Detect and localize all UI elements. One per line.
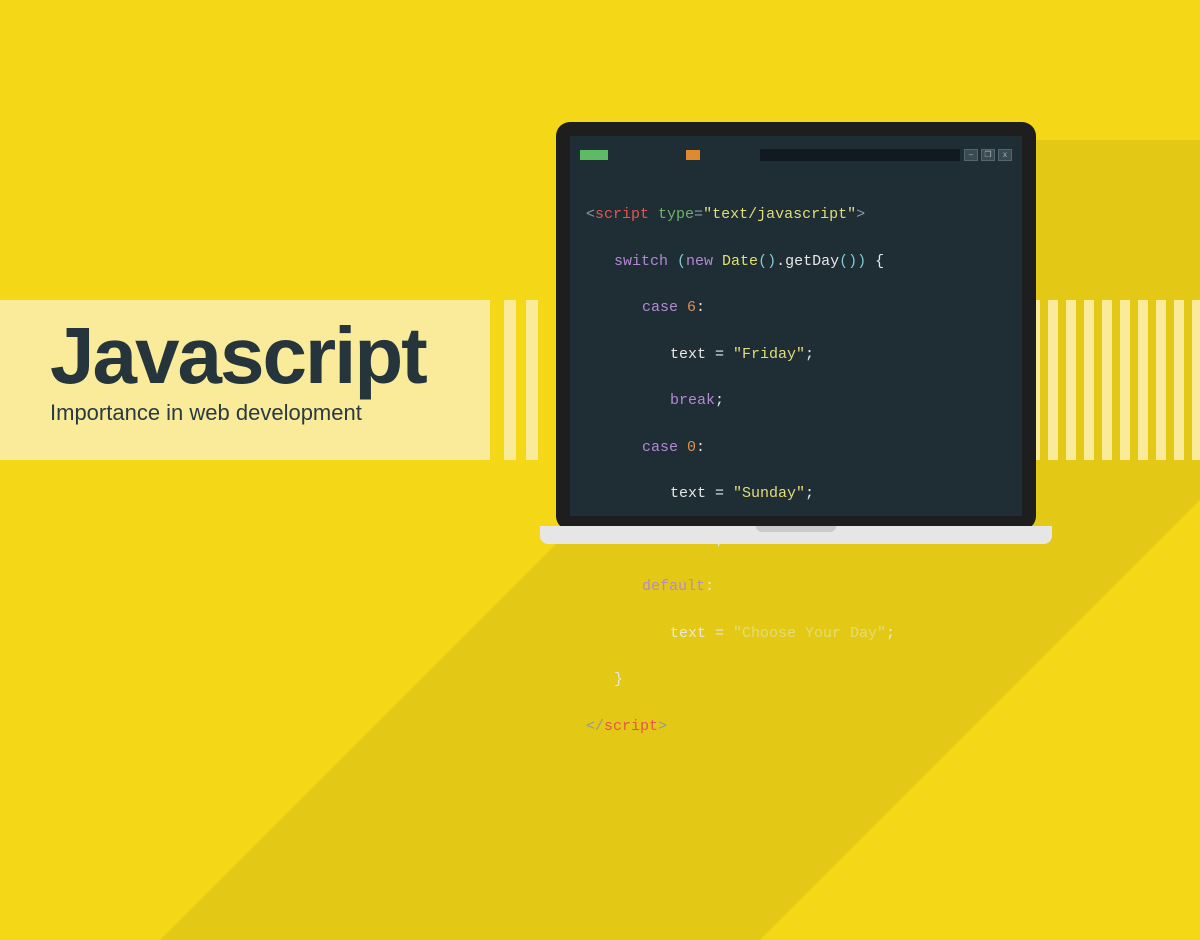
code-token: . (776, 253, 785, 270)
code-block: <script type="text/javascript"> switch (… (586, 180, 895, 785)
editor-screen: – ❐ x <script type="text/javascript"> sw… (570, 136, 1022, 516)
code-token: : (705, 578, 714, 595)
code-token: () (758, 253, 776, 270)
toolbar-indicator-green (580, 150, 608, 160)
code-token: "Choose Your Day" (733, 625, 886, 642)
laptop-bezel: – ❐ x <script type="text/javascript"> sw… (556, 122, 1036, 530)
title-text: Javascript (50, 318, 490, 394)
code-token: break (670, 392, 715, 409)
code-token: ; (805, 346, 814, 363)
decorative-bars-left (504, 300, 538, 460)
code-token: type (649, 206, 694, 223)
code-token: "Sunday" (733, 485, 805, 502)
code-token: "text/javascript" (703, 206, 856, 223)
code-token: > (658, 718, 667, 735)
title-panel: Javascript Importance in web development (0, 300, 490, 460)
code-token: Date (722, 253, 758, 270)
decorative-bars-right (1030, 300, 1200, 460)
toolbar-address-bar (760, 149, 960, 161)
code-token: () (839, 253, 857, 270)
code-token: script (595, 206, 649, 223)
code-token: 6 (687, 299, 696, 316)
code-token: : (696, 439, 705, 456)
code-token: default (642, 578, 705, 595)
code-token: case (642, 299, 687, 316)
code-token: getDay (785, 253, 839, 270)
code-token: "Friday" (733, 346, 805, 363)
code-token: text = (670, 485, 733, 502)
subtitle-text: Importance in web development (50, 400, 490, 426)
minimize-icon[interactable]: – (964, 149, 978, 161)
code-token: { (866, 253, 884, 270)
code-token: ; (886, 625, 895, 642)
maximize-icon[interactable]: ❐ (981, 149, 995, 161)
code-token: > (856, 206, 865, 223)
code-token: ) (857, 253, 866, 270)
code-token: script (604, 718, 658, 735)
code-token: new (686, 253, 722, 270)
code-token: 0 (687, 439, 696, 456)
toolbar-indicator-orange (686, 150, 700, 160)
code-token: = (694, 206, 703, 223)
close-icon[interactable]: x (998, 149, 1012, 161)
code-token: switch (614, 253, 677, 270)
code-token: </ (586, 718, 604, 735)
laptop-base (540, 526, 1052, 544)
code-token: text = (670, 625, 733, 642)
code-token: ( (677, 253, 686, 270)
editor-toolbar: – ❐ x (570, 150, 1022, 160)
code-token: ; (805, 485, 814, 502)
code-token: : (696, 299, 705, 316)
code-token: case (642, 439, 687, 456)
code-token: } (614, 671, 623, 688)
code-token: ; (715, 392, 724, 409)
code-token: < (586, 206, 595, 223)
code-token: text = (670, 346, 733, 363)
